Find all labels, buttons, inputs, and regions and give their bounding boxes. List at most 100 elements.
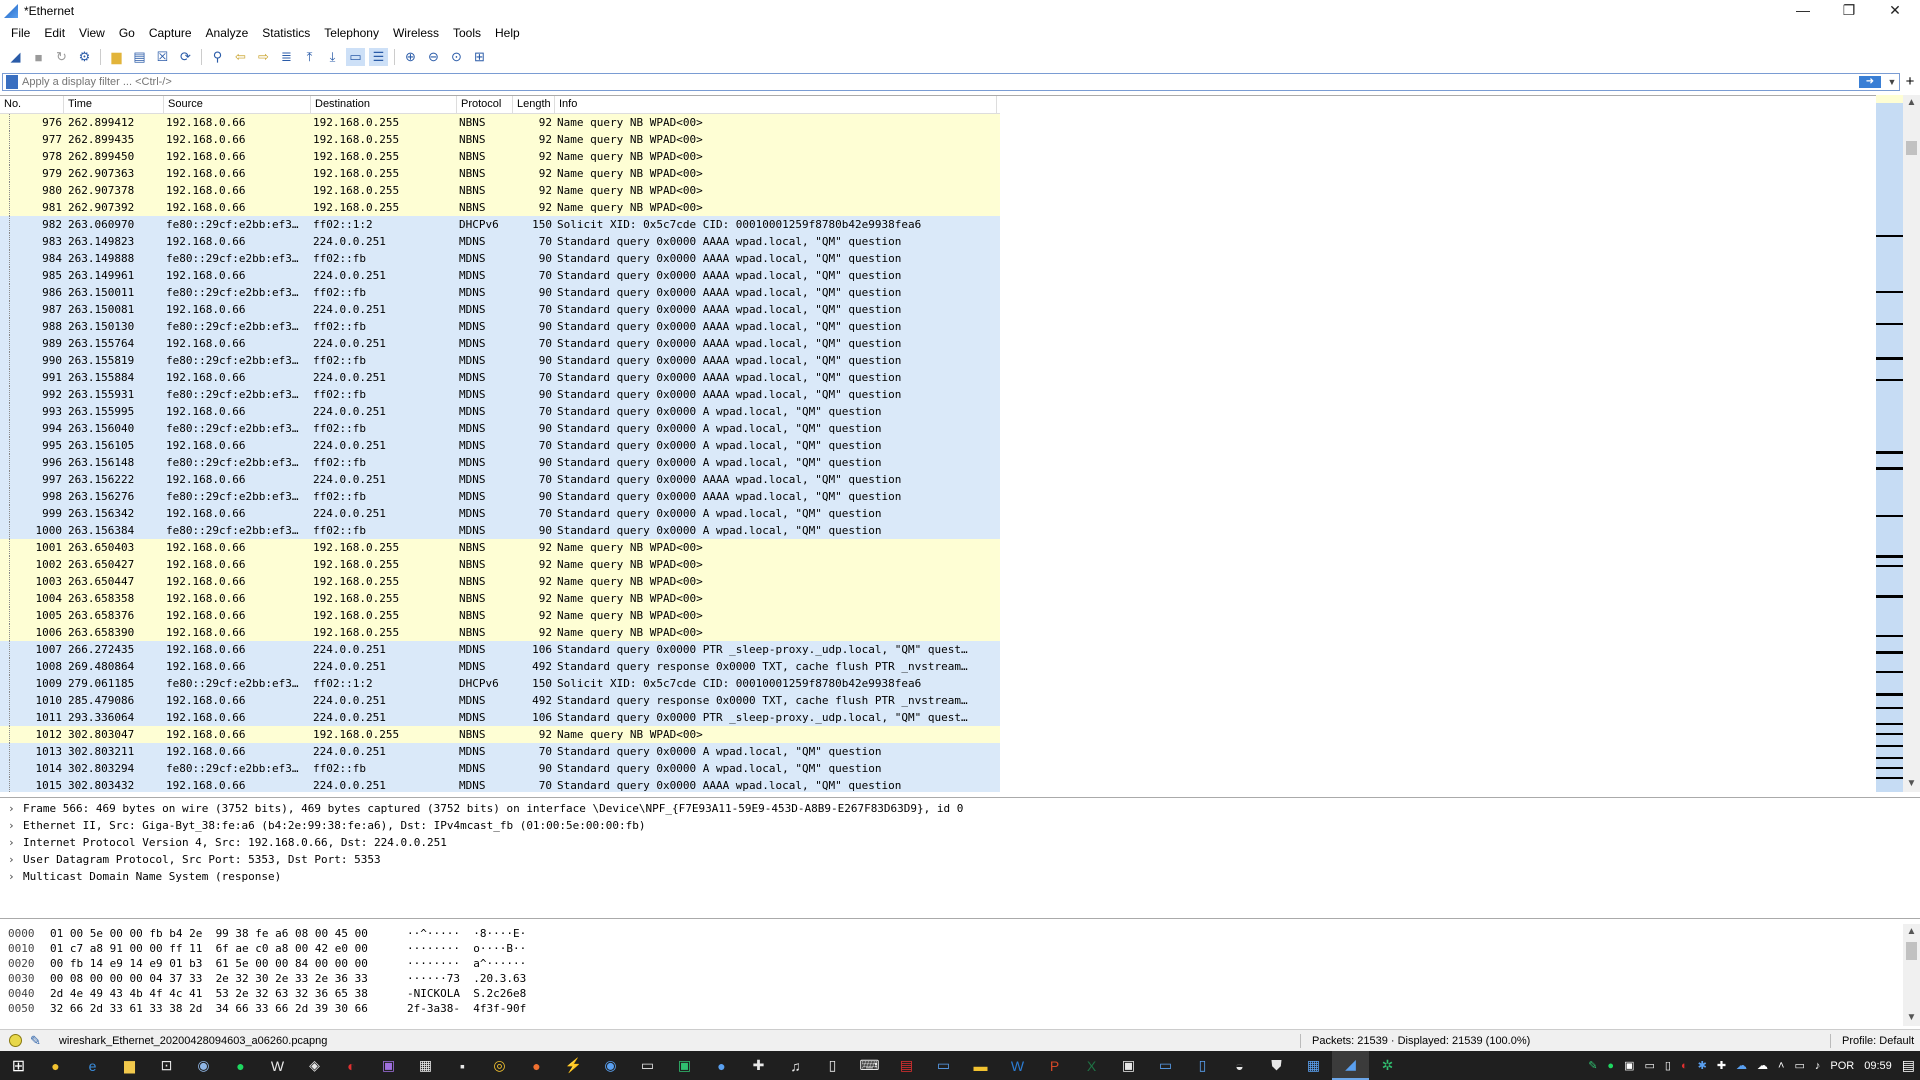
tray-red-icon[interactable]: ◐ [1681, 1060, 1688, 1072]
zoom-out-icon[interactable]: ⊖ [424, 48, 443, 66]
bookmark-icon[interactable] [6, 75, 18, 89]
column-info[interactable]: Info [555, 96, 997, 114]
packet-row[interactable]: 1004 263.658358 192.168.0.66 192.168.0.255 N… [0, 590, 1000, 607]
tray-chat-icon[interactable]: ▭ [1644, 1059, 1654, 1072]
scroll-down-icon[interactable]: ▼ [1903, 776, 1920, 792]
detail-frame[interactable]: › Frame 566: 469 bytes on wire (3752 bits… [0, 800, 1920, 817]
packet-row[interactable]: 986 263.150011 fe80::29cf:e2bb:ef3… ff02::f… [0, 284, 1000, 301]
app-screen-icon[interactable]: ▣ [1110, 1051, 1147, 1080]
close-file-icon[interactable]: ☒ [153, 48, 172, 66]
stop-capture-icon[interactable]: ■ [29, 48, 48, 66]
go-last-packet-icon[interactable]: ⤓ [323, 48, 342, 66]
word-icon[interactable]: W [999, 1051, 1036, 1080]
packet-row[interactable]: 988 263.150130 fe80::29cf:e2bb:ef3… ff02::f… [0, 318, 1000, 335]
menu-file[interactable]: File [4, 26, 37, 40]
app-cube-icon[interactable]: ◈ [296, 1051, 333, 1080]
packet-row[interactable]: 998 263.156276 fe80::29cf:e2bb:ef3… ff02::f… [0, 488, 1000, 505]
hex-line[interactable]: 0040 2d 4e 49 43 4b 4f 4c 41 53 2e 32 63 … [0, 986, 1920, 1001]
packet-row[interactable]: 990 263.155819 fe80::29cf:e2bb:ef3… ff02::f… [0, 352, 1000, 369]
column-length[interactable]: Length [513, 96, 555, 114]
find-packet-icon[interactable]: ⚲ [208, 48, 227, 66]
app-music-icon[interactable]: ♫ [777, 1051, 814, 1080]
close-button[interactable]: ✕ [1872, 0, 1918, 22]
app-keyboard-icon[interactable]: ⌨ [851, 1051, 888, 1080]
chevron-down-icon[interactable]: ▼ [1885, 77, 1899, 87]
app-yellow-icon[interactable]: ▬ [962, 1051, 999, 1080]
packet-row[interactable]: 1001 263.650403 192.168.0.66 192.168.0.255 N… [0, 539, 1000, 556]
hex-line[interactable]: 0010 01 c7 a8 91 00 00 ff 11 6f ae c0 a8 … [0, 941, 1920, 956]
restart-capture-icon[interactable]: ↻ [52, 48, 71, 66]
tray-chevron-icon[interactable]: ˄ [1778, 1060, 1784, 1072]
notifications-icon[interactable]: ▤ [1902, 1057, 1915, 1074]
packet-row[interactable]: 992 263.155931 fe80::29cf:e2bb:ef3… ff02::f… [0, 386, 1000, 403]
tray-clock[interactable]: 09:59 [1864, 1060, 1892, 1072]
app-blue-icon[interactable]: ◉ [592, 1051, 629, 1080]
menu-capture[interactable]: Capture [142, 26, 199, 40]
open-file-icon[interactable]: ▆ [107, 48, 126, 66]
tray-cloud-icon[interactable]: ☁ [1736, 1059, 1747, 1072]
packet-row[interactable]: 1003 263.650447 192.168.0.66 192.168.0.255 N… [0, 573, 1000, 590]
packet-row[interactable]: 996 263.156148 fe80::29cf:e2bb:ef3… ff02::f… [0, 454, 1000, 471]
app-calendar-icon[interactable]: ▦ [407, 1051, 444, 1080]
packet-row[interactable]: 1013 302.803211 192.168.0.66 224.0.0.251 MDN… [0, 743, 1000, 760]
menu-help[interactable]: Help [488, 26, 527, 40]
app-cat-icon[interactable]: ◒ [1221, 1051, 1258, 1080]
packet-row[interactable]: 980 262.907378 192.168.0.66 192.168.0.255 NB… [0, 182, 1000, 199]
packet-row[interactable]: 995 263.156105 192.168.0.66 224.0.0.251 MDNS… [0, 437, 1000, 454]
file-explorer-icon[interactable]: ▆ [111, 1051, 148, 1080]
detail-mdns[interactable]: › Multicast Domain Name System (response) [0, 868, 1920, 885]
app-tablet-icon[interactable]: ▯ [814, 1051, 851, 1080]
packet-row[interactable]: 1008 269.480864 192.168.0.66 224.0.0.251 MDN… [0, 658, 1000, 675]
autoscroll-icon[interactable]: ▭ [346, 48, 365, 66]
packet-row[interactable]: 1014 302.803294 fe80::29cf:e2bb:ef3… ff02::… [0, 760, 1000, 777]
scroll-thumb[interactable] [1906, 942, 1917, 960]
menu-telephony[interactable]: Telephony [317, 26, 386, 40]
packet-row[interactable]: 981 262.907392 192.168.0.66 192.168.0.255 NB… [0, 199, 1000, 216]
detail-ethernet[interactable]: › Ethernet II, Src: Giga-Byt_38:fe:a6 (b4… [0, 817, 1920, 834]
packet-row[interactable]: 1011 293.336064 192.168.0.66 224.0.0.251 MDN… [0, 709, 1000, 726]
column-source[interactable]: Source [164, 96, 311, 114]
chevron-right-icon[interactable]: › [8, 868, 23, 885]
expert-info-icon[interactable] [9, 1034, 22, 1047]
menu-go[interactable]: Go [112, 26, 142, 40]
chevron-right-icon[interactable]: › [8, 834, 23, 851]
packet-row[interactable]: 987 263.150081 192.168.0.66 224.0.0.251 MDNS… [0, 301, 1000, 318]
chrome-icon[interactable]: ● [37, 1051, 74, 1080]
go-back-icon[interactable]: ⇦ [231, 48, 250, 66]
skype-icon[interactable]: ● [703, 1051, 740, 1080]
resize-columns-icon[interactable]: ⊞ [470, 48, 489, 66]
powerpoint-icon[interactable]: P [1036, 1051, 1073, 1080]
tray-monitor-icon[interactable]: ▭ [1794, 1059, 1804, 1072]
app-w-icon[interactable]: W [259, 1051, 296, 1080]
start-menu-icon[interactable]: ⊞ [0, 1051, 37, 1080]
menu-view[interactable]: View [72, 26, 112, 40]
app-chat-icon[interactable]: ▭ [1147, 1051, 1184, 1080]
app-purple-icon[interactable]: ▣ [370, 1051, 407, 1080]
menu-tools[interactable]: Tools [446, 26, 488, 40]
packet-row[interactable]: 993 263.155995 192.168.0.66 224.0.0.251 MDNS… [0, 403, 1000, 420]
minimize-button[interactable]: — [1780, 0, 1826, 22]
excel-icon[interactable]: X [1073, 1051, 1110, 1080]
app-shield-icon[interactable]: ⛊ [1258, 1051, 1295, 1080]
packet-row[interactable]: 994 263.156040 fe80::29cf:e2bb:ef3… ff02::f… [0, 420, 1000, 437]
chrome-alt-icon[interactable]: ◎ [481, 1051, 518, 1080]
app-dark-icon[interactable]: ▪ [444, 1051, 481, 1080]
edge-icon[interactable]: e [74, 1051, 111, 1080]
menu-statistics[interactable]: Statistics [255, 26, 317, 40]
profile-label[interactable]: Profile: Default [1842, 1035, 1914, 1047]
column-no[interactable]: No. [0, 96, 64, 114]
packet-row[interactable]: 1006 263.658390 192.168.0.66 192.168.0.255 N… [0, 624, 1000, 641]
packet-minimap[interactable] [1876, 95, 1903, 792]
zoom-in-icon[interactable]: ⊕ [401, 48, 420, 66]
bytes-scrollbar[interactable]: ▲ ▼ [1903, 924, 1920, 1026]
packet-row[interactable]: 999 263.156342 192.168.0.66 224.0.0.251 MDNS… [0, 505, 1000, 522]
packet-row[interactable]: 976 262.899412 192.168.0.66 192.168.0.255 NB… [0, 114, 1000, 131]
packet-row[interactable]: 1007 266.272435 192.168.0.66 224.0.0.251 MDN… [0, 641, 1000, 658]
spotify-icon[interactable]: ● [222, 1051, 259, 1080]
app-window-icon[interactable]: ▭ [629, 1051, 666, 1080]
reload-file-icon[interactable]: ⟳ [176, 48, 195, 66]
packet-row[interactable]: 997 263.156222 192.168.0.66 224.0.0.251 MDNS… [0, 471, 1000, 488]
app-monitor-icon[interactable]: ▭ [925, 1051, 962, 1080]
hex-line[interactable]: 0020 00 fb 14 e9 14 e9 01 b3 61 5e 00 00 … [0, 956, 1920, 971]
packet-row[interactable]: 1002 263.650427 192.168.0.66 192.168.0.255 N… [0, 556, 1000, 573]
